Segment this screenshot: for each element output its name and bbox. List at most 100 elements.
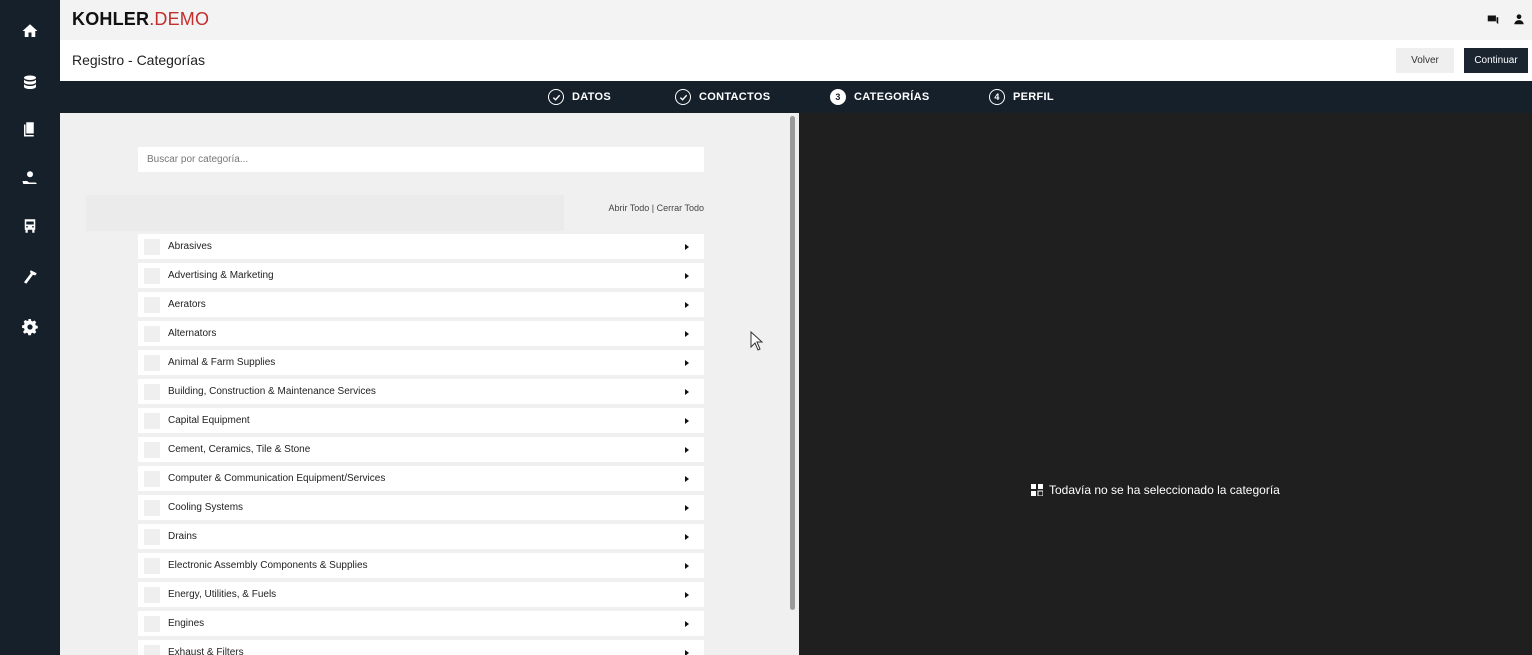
category-checkbox[interactable] xyxy=(144,384,160,400)
empty-state: Todavía no se ha seleccionado la categor… xyxy=(1031,483,1280,497)
home-nav-button[interactable] xyxy=(0,11,60,51)
category-checkbox[interactable] xyxy=(144,442,160,458)
category-checkbox[interactable] xyxy=(144,587,160,603)
category-detail-panel: Todavía no se ha seleccionado la categor… xyxy=(799,113,1532,655)
tree-controls: Abrir Todo | Cerrar Todo xyxy=(608,203,704,213)
caret-right-icon[interactable] xyxy=(685,592,689,598)
caret-right-icon[interactable] xyxy=(685,273,689,279)
grid-icon xyxy=(1031,484,1043,496)
home-icon xyxy=(22,24,38,37)
caret-right-icon[interactable] xyxy=(685,331,689,337)
brand-logo[interactable]: KOHLER.DEMO xyxy=(72,9,209,30)
gear-icon xyxy=(22,318,38,336)
category-row[interactable]: Electronic Assembly Components & Supplie… xyxy=(138,553,704,578)
caret-right-icon[interactable] xyxy=(685,360,689,366)
step-datos[interactable]: DATOS xyxy=(548,89,611,105)
category-checkbox[interactable] xyxy=(144,529,160,545)
category-row[interactable]: Aerators xyxy=(138,292,704,317)
category-row[interactable]: Capital Equipment xyxy=(138,408,704,433)
caret-right-icon[interactable] xyxy=(685,621,689,627)
category-checkbox[interactable] xyxy=(144,297,160,313)
caret-right-icon[interactable] xyxy=(685,447,689,453)
category-checkbox[interactable] xyxy=(144,645,160,655)
step-label: DATOS xyxy=(572,91,611,103)
scrollbar[interactable] xyxy=(790,116,795,610)
check-circle-icon xyxy=(548,89,564,105)
step-contactos[interactable]: CONTACTOS xyxy=(675,89,770,105)
category-checkbox[interactable] xyxy=(144,413,160,429)
help-nav-button[interactable] xyxy=(0,158,60,198)
category-checkbox[interactable] xyxy=(144,326,160,342)
category-row[interactable]: Animal & Farm Supplies xyxy=(138,350,704,375)
category-label: Cement, Ceramics, Tile & Stone xyxy=(168,444,311,455)
tools-nav-button[interactable] xyxy=(0,257,60,297)
step-perfil[interactable]: 4 PERFIL xyxy=(989,89,1054,105)
caret-right-icon[interactable] xyxy=(685,505,689,511)
category-row[interactable]: Exhaust & Filters xyxy=(138,640,704,655)
caret-right-icon[interactable] xyxy=(685,534,689,540)
category-list: Abrasives Advertising & Marketing Aerato… xyxy=(138,234,704,655)
step-label: PERFIL xyxy=(1013,91,1054,103)
caret-right-icon[interactable] xyxy=(685,418,689,424)
category-label: Drains xyxy=(168,531,197,542)
bus-icon xyxy=(24,219,36,233)
category-row[interactable]: Drains xyxy=(138,524,704,549)
empty-message: Todavía no se ha seleccionado la categor… xyxy=(1049,483,1280,497)
step-number: 4 xyxy=(989,89,1005,105)
step-categorias[interactable]: 3 CATEGORÍAS xyxy=(830,89,930,105)
top-header: KOHLER.DEMO xyxy=(60,0,1532,40)
category-label: Engines xyxy=(168,618,205,629)
category-checkbox[interactable] xyxy=(144,471,160,487)
category-checkbox[interactable] xyxy=(144,616,160,632)
category-checkbox[interactable] xyxy=(144,558,160,574)
user-icon[interactable] xyxy=(1512,12,1526,26)
step-number: 3 xyxy=(830,89,846,105)
category-row[interactable]: Energy, Utilities, & Fuels xyxy=(138,582,704,607)
category-row[interactable]: Building, Construction & Maintenance Ser… xyxy=(138,379,704,404)
category-row[interactable]: Cement, Ceramics, Tile & Stone xyxy=(138,437,704,462)
transport-nav-button[interactable] xyxy=(0,206,60,246)
category-row[interactable]: Alternators xyxy=(138,321,704,346)
check-circle-icon xyxy=(675,89,691,105)
category-label: Animal & Farm Supplies xyxy=(168,357,276,368)
category-label: Computer & Communication Equipment/Servi… xyxy=(168,473,386,484)
settings-nav-button[interactable] xyxy=(0,307,60,347)
documents-icon xyxy=(24,122,34,137)
category-row[interactable]: Computer & Communication Equipment/Servi… xyxy=(138,466,704,491)
caret-right-icon[interactable] xyxy=(685,476,689,482)
continue-button[interactable]: Continuar xyxy=(1464,48,1528,73)
caret-right-icon[interactable] xyxy=(685,650,689,655)
category-label: Energy, Utilities, & Fuels xyxy=(168,589,277,600)
caret-right-icon[interactable] xyxy=(685,302,689,308)
category-row[interactable]: Cooling Systems xyxy=(138,495,704,520)
side-navigation xyxy=(0,0,60,655)
tree-toolbar xyxy=(86,195,564,231)
back-button[interactable]: Volver xyxy=(1396,48,1454,73)
hand-help-icon xyxy=(22,171,37,184)
category-label: Capital Equipment xyxy=(168,415,250,426)
messages-icon[interactable] xyxy=(1486,12,1500,26)
caret-right-icon[interactable] xyxy=(685,244,689,250)
category-label: Alternators xyxy=(168,328,217,339)
registration-stepper: DATOS CONTACTOS 3 CATEGORÍAS 4 PERFIL xyxy=(60,81,1532,113)
documents-nav-button[interactable] xyxy=(0,109,60,149)
category-checkbox[interactable] xyxy=(144,500,160,516)
category-checkbox[interactable] xyxy=(144,268,160,284)
header-icons xyxy=(1486,12,1526,26)
category-label: Cooling Systems xyxy=(168,502,244,513)
category-row[interactable]: Advertising & Marketing xyxy=(138,263,704,288)
category-checkbox[interactable] xyxy=(144,239,160,255)
category-checkbox[interactable] xyxy=(144,355,160,371)
category-search-input[interactable] xyxy=(138,147,704,172)
category-label: Exhaust & Filters xyxy=(168,647,244,655)
hammer-icon xyxy=(24,270,37,284)
caret-right-icon[interactable] xyxy=(685,389,689,395)
category-label: Abrasives xyxy=(168,241,212,252)
caret-right-icon[interactable] xyxy=(685,563,689,569)
category-row[interactable]: Abrasives xyxy=(138,234,704,259)
database-nav-button[interactable] xyxy=(0,63,60,103)
close-all-link[interactable]: Cerrar Todo xyxy=(657,203,704,213)
category-label: Electronic Assembly Components & Supplie… xyxy=(168,560,368,571)
open-all-link[interactable]: Abrir Todo xyxy=(608,203,649,213)
category-row[interactable]: Engines xyxy=(138,611,704,636)
